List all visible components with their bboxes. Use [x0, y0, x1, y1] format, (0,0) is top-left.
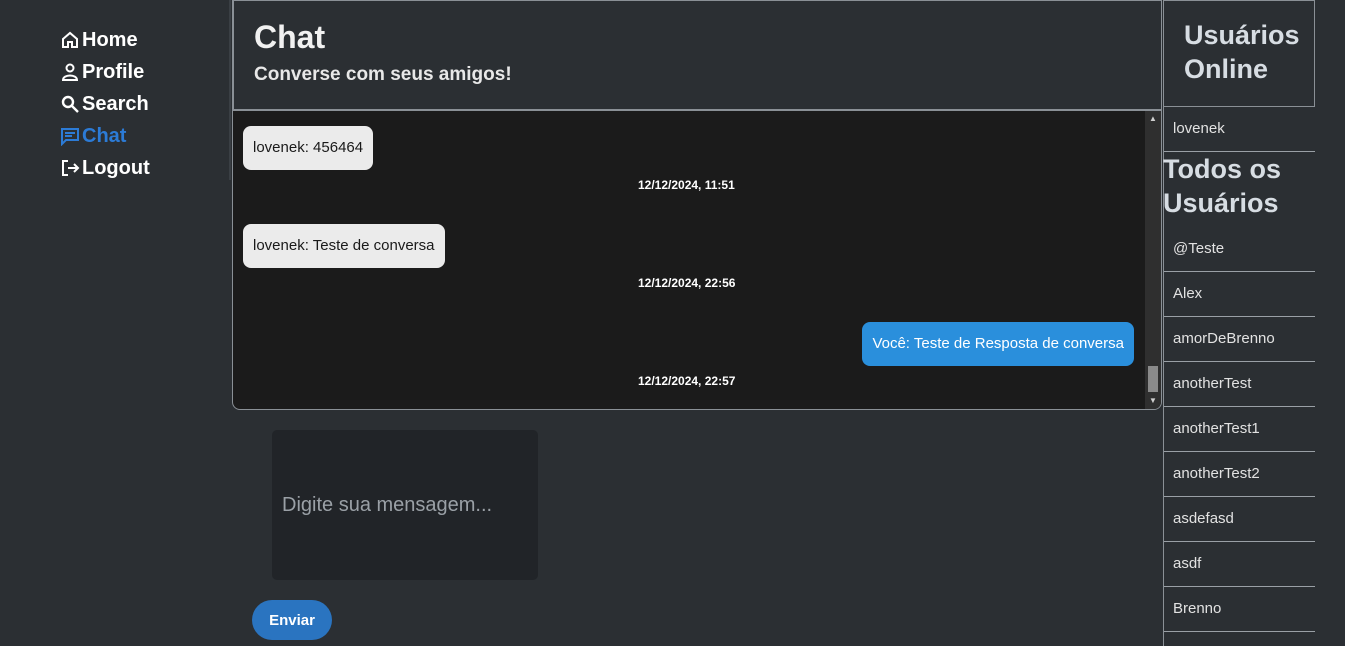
nav-item-home[interactable]: Home: [59, 24, 150, 56]
nav-item-profile[interactable]: Profile: [59, 56, 150, 88]
message-bubble: lovenek: 456464: [243, 126, 374, 170]
nav-item-chat[interactable]: Chat: [59, 120, 150, 152]
scrollbar[interactable]: ▲ ▼: [1145, 111, 1161, 409]
search-icon: [59, 93, 81, 115]
user-list-item[interactable]: anotherTest: [1164, 362, 1315, 407]
scroll-up-arrow-icon[interactable]: ▲: [1145, 111, 1161, 127]
message-timestamp: 12/12/2024, 22:56: [638, 276, 736, 290]
nav-item-logout[interactable]: Logout: [59, 152, 150, 184]
user-list-item[interactable]: anotherTest1: [1164, 407, 1315, 452]
user-list-item[interactable]: anotherTest2: [1164, 452, 1315, 497]
user-list-item[interactable]: Brenno: [1164, 587, 1315, 632]
all-users-title: Todos os Usuários: [1163, 154, 1281, 218]
user-list-item[interactable]: Alex: [1164, 272, 1315, 317]
message-timestamp: 12/12/2024, 22:57: [638, 374, 736, 388]
user-list-item[interactable]: @Teste: [1164, 227, 1315, 272]
online-user-item[interactable]: lovenek: [1164, 107, 1315, 152]
nav-label-logout: Logout: [82, 156, 150, 179]
message-input[interactable]: [272, 430, 538, 580]
home-icon: [59, 29, 81, 51]
person-icon: [59, 61, 81, 83]
message-timestamp: 12/12/2024, 11:51: [638, 178, 735, 192]
nav-item-search[interactable]: Search: [59, 88, 150, 120]
user-list-item[interactable]: asdf: [1164, 542, 1315, 587]
chat-icon: [59, 125, 81, 147]
chat-main: Chat Converse com seus amigos! lovenek: …: [231, 0, 1163, 646]
message-input-container: [272, 430, 538, 580]
nav-label-home: Home: [82, 28, 138, 51]
scrollbar-thumb[interactable]: [1148, 366, 1158, 392]
scroll-down-arrow-icon[interactable]: ▼: [1145, 393, 1161, 409]
logout-icon: [59, 157, 81, 179]
message-bubble: lovenek: Teste de conversa: [243, 224, 445, 268]
page-title: Chat: [254, 19, 326, 55]
user-list-item[interactable]: amorDeBrenno: [1164, 317, 1315, 362]
send-button[interactable]: Enviar: [252, 600, 332, 640]
page-subtitle: Converse com seus amigos!: [254, 64, 512, 85]
message-bubble-own: Você: Teste de Resposta de conversa: [862, 322, 1134, 366]
user-list-item[interactable]: asdefasd: [1164, 497, 1315, 542]
users-panel: Usuários Online lovenek Todos os Usuário…: [1163, 0, 1315, 646]
online-users-title: Usuários Online: [1184, 20, 1300, 84]
nav-label-profile: Profile: [82, 60, 145, 83]
app: Home Profile Search Chat Logout Chat Con…: [0, 0, 1345, 646]
sidebar-nav: Home Profile Search Chat Logout: [0, 0, 231, 646]
message-list[interactable]: lovenek: 456464 12/12/2024, 11:51 lovene…: [232, 110, 1162, 410]
online-users-header: Usuários Online: [1164, 0, 1315, 107]
chat-header: Chat Converse com seus amigos!: [232, 0, 1162, 110]
nav-label-search: Search: [82, 92, 149, 115]
nav-label-chat: Chat: [82, 124, 127, 147]
